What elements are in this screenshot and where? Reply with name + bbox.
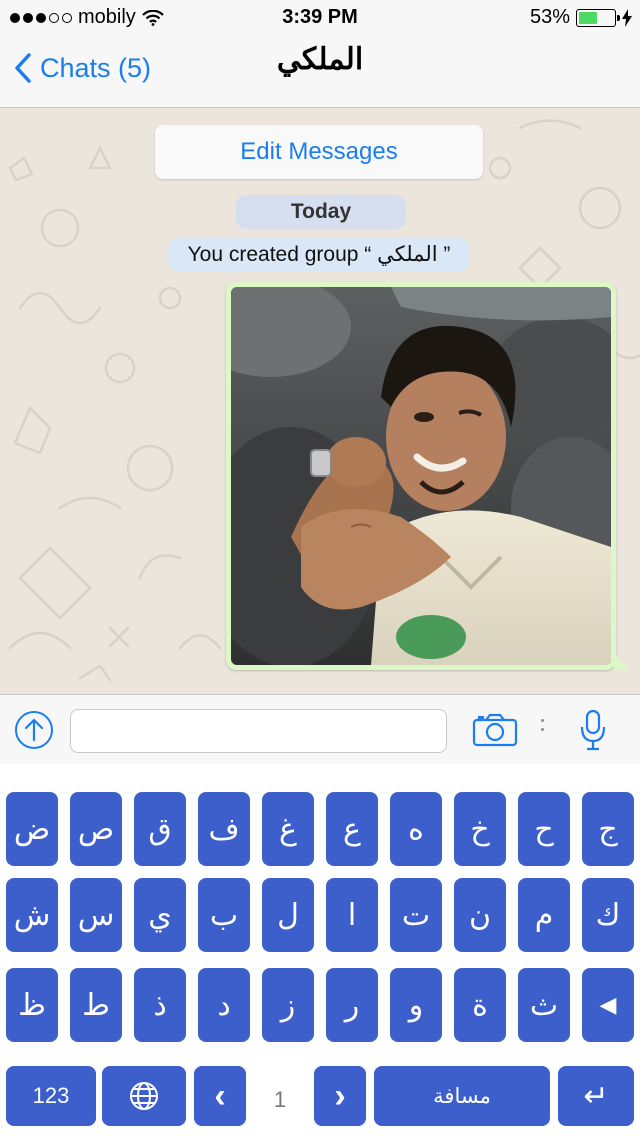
letter-key[interactable]: ف <box>198 792 250 866</box>
date-separator: Today <box>236 195 406 229</box>
letter-key[interactable]: خ <box>454 792 506 866</box>
letter-key[interactable]: ن <box>454 878 506 952</box>
battery-fill <box>579 11 598 24</box>
letter-key[interactable]: ه <box>390 792 442 866</box>
status-bar: mobily 3:39 PM 53% <box>0 0 640 36</box>
letter-key[interactable]: ق <box>134 792 186 866</box>
globe-key[interactable] <box>102 1066 186 1126</box>
system-message: You created group “ الملكي ” <box>168 238 470 272</box>
backspace-key[interactable]: ◀ <box>582 968 634 1042</box>
nav-bar: Chats (5) الملكي <box>0 36 640 108</box>
chat-title[interactable]: الملكي <box>0 42 640 77</box>
letter-key[interactable]: ا <box>326 878 378 952</box>
letter-key[interactable]: ك <box>582 878 634 952</box>
letter-key[interactable]: ع <box>326 792 378 866</box>
letter-key[interactable]: د <box>198 968 250 1042</box>
letter-key[interactable]: غ <box>262 792 314 866</box>
keyboard-page-number: 1 <box>273 1087 287 1112</box>
letter-key[interactable]: ج <box>582 792 634 866</box>
photo-message-bubble[interactable] <box>226 282 630 670</box>
separator-dots <box>541 719 544 731</box>
letter-key[interactable]: ب <box>198 878 250 952</box>
bolt-icon <box>622 8 632 27</box>
letter-key[interactable]: ر <box>326 968 378 1042</box>
next-page-key[interactable]: › <box>314 1066 366 1126</box>
edit-messages-button[interactable]: Edit Messages <box>155 125 483 179</box>
space-key[interactable]: مسافة <box>374 1066 550 1126</box>
status-right: 53% <box>530 6 632 29</box>
arabic-keyboard: 123 ‹ 1 › مسافة ↵ ضصقفغعهخحج شسيبلاتنمك ظط… <box>0 764 640 1136</box>
letter-key[interactable]: ظ <box>6 968 58 1042</box>
letter-key[interactable]: س <box>70 878 122 952</box>
letter-key[interactable]: ط <box>70 968 122 1042</box>
message-input-bar <box>0 694 640 764</box>
arrow-up-circle-icon[interactable] <box>14 710 54 750</box>
return-key[interactable]: ↵ <box>558 1066 634 1126</box>
numbers-key[interactable]: 123 <box>6 1066 96 1126</box>
letter-key[interactable]: م <box>518 878 570 952</box>
battery-icon <box>576 8 620 27</box>
microphone-icon[interactable] <box>580 709 606 751</box>
letter-key[interactable]: ي <box>134 878 186 952</box>
previous-page-key[interactable]: ‹ <box>194 1066 246 1126</box>
letter-key[interactable]: ص <box>70 792 122 866</box>
letter-key[interactable]: ش <box>6 878 58 952</box>
letter-key[interactable]: و <box>390 968 442 1042</box>
chat-area[interactable]: Edit Messages Today You created group “ … <box>0 108 640 694</box>
bubble-tail <box>614 654 630 670</box>
battery-percent: 53% <box>529 6 570 28</box>
letter-key[interactable]: ل <box>262 878 314 952</box>
globe-icon <box>130 1082 158 1110</box>
letter-key[interactable]: ث <box>518 968 570 1042</box>
letter-key[interactable]: ذ <box>134 968 186 1042</box>
message-text-input[interactable] <box>70 709 447 753</box>
letter-key[interactable]: ز <box>262 968 314 1042</box>
photo-message-image[interactable] <box>231 287 611 665</box>
letter-key[interactable]: ة <box>454 968 506 1042</box>
camera-icon[interactable] <box>472 713 518 747</box>
letter-key[interactable]: ح <box>518 792 570 866</box>
letter-key[interactable]: ض <box>6 792 58 866</box>
letter-key[interactable]: ت <box>390 878 442 952</box>
